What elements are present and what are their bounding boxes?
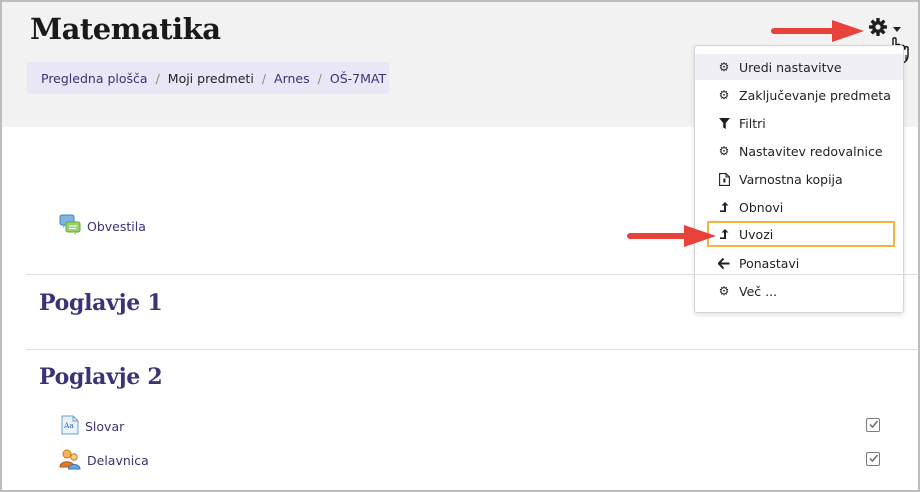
screenshot-frame: Matematika Pregledna plošča / Moji predm… bbox=[0, 0, 920, 492]
menu-item-label: Več ... bbox=[739, 283, 778, 299]
annotation-arrow-icon bbox=[771, 20, 864, 42]
menu-item-more[interactable]: ⚙ Več ... bbox=[695, 278, 903, 304]
section-divider bbox=[27, 274, 917, 275]
menu-item-label: Uredi nastavitve bbox=[739, 59, 842, 75]
annotation-arrow-icon bbox=[627, 225, 716, 247]
breadcrumb-separator: / bbox=[317, 70, 322, 86]
menu-item-reset[interactable]: Ponastavi bbox=[695, 250, 903, 276]
activity-label: Delavnica bbox=[87, 453, 149, 468]
level-up-icon bbox=[717, 227, 731, 241]
gear-icon: ⚙ bbox=[718, 88, 730, 102]
menu-item-gradebook-setup[interactable]: ⚙ Nastavitev redovalnice bbox=[695, 138, 903, 164]
menu-item-label: Varnostna kopija bbox=[739, 171, 843, 187]
activity-workshop[interactable]: Delavnica bbox=[59, 448, 149, 473]
forum-icon bbox=[59, 214, 81, 239]
workshop-icon bbox=[59, 448, 81, 473]
menu-item-label: Filtri bbox=[739, 115, 766, 131]
activity-announcements[interactable]: Obvestila bbox=[59, 214, 146, 239]
filter-icon bbox=[717, 116, 731, 130]
menu-item-import[interactable]: Uvozi bbox=[707, 221, 895, 247]
breadcrumb: Pregledna plošča / Moji predmeti / Arnes… bbox=[27, 62, 389, 94]
menu-item-filters[interactable]: Filtri bbox=[695, 110, 903, 136]
file-backup-icon bbox=[717, 172, 731, 186]
menu-item-backup[interactable]: Varnostna kopija bbox=[695, 166, 903, 192]
menu-item-label: Nastavitev redovalnice bbox=[739, 143, 883, 159]
breadcrumb-my-courses[interactable]: Moji predmeti bbox=[168, 71, 254, 86]
glossary-icon: Aa bbox=[61, 415, 79, 438]
section-title-1[interactable]: Poglavje 1 bbox=[39, 290, 163, 316]
section-title-2[interactable]: Poglavje 2 bbox=[39, 364, 163, 390]
gear-icon bbox=[868, 17, 888, 41]
level-up-icon bbox=[717, 200, 731, 214]
menu-item-label: Ponastavi bbox=[739, 255, 800, 271]
breadcrumb-separator: / bbox=[261, 70, 267, 86]
menu-item-restore[interactable]: Obnovi bbox=[695, 194, 903, 220]
svg-text:Aa: Aa bbox=[63, 421, 74, 430]
activity-label: Obvestila bbox=[87, 219, 146, 234]
chevron-down-icon bbox=[893, 26, 901, 32]
completion-checkbox[interactable] bbox=[866, 452, 880, 466]
arrow-left-icon bbox=[717, 256, 731, 270]
gear-icon: ⚙ bbox=[718, 60, 730, 74]
course-settings-menu: ⚙ Uredi nastavitve ⚙ Zaključevanje predm… bbox=[694, 45, 904, 313]
menu-item-label: Uvozi bbox=[739, 226, 774, 242]
menu-item-label: Zaključevanje predmeta bbox=[739, 87, 891, 103]
menu-item-edit-settings[interactable]: ⚙ Uredi nastavitve bbox=[695, 54, 903, 80]
breadcrumb-separator: / bbox=[155, 70, 160, 86]
page-title: Matematika bbox=[30, 12, 221, 46]
gear-icon: ⚙ bbox=[718, 284, 730, 298]
breadcrumb-course[interactable]: OŠ-7MAT bbox=[330, 71, 386, 86]
activity-label: Slovar bbox=[85, 419, 125, 434]
section-divider bbox=[27, 349, 917, 350]
menu-item-course-completion[interactable]: ⚙ Zaključevanje predmeta bbox=[695, 82, 903, 108]
breadcrumb-category[interactable]: Arnes bbox=[274, 71, 310, 86]
completion-checkbox[interactable] bbox=[866, 418, 880, 432]
menu-item-label: Obnovi bbox=[739, 199, 784, 215]
gear-icon: ⚙ bbox=[718, 144, 730, 158]
breadcrumb-dashboard[interactable]: Pregledna plošča bbox=[41, 71, 148, 86]
activity-glossary[interactable]: Aa Slovar bbox=[61, 415, 124, 438]
